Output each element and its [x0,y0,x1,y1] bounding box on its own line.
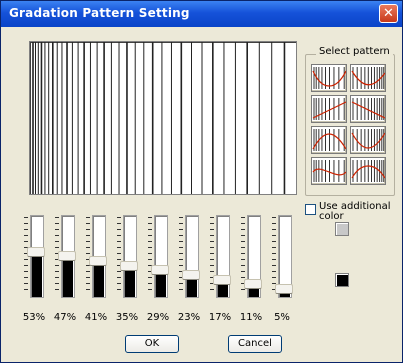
use-additional-color-label: Use additional color [319,201,391,222]
pattern-button-7[interactable] [311,157,347,185]
slider-fill [218,284,228,297]
slider-thumb[interactable] [27,247,45,257]
density-slider[interactable] [179,215,201,299]
main-color-swatch[interactable] [335,273,349,287]
window-title: Gradation Pattern Setting [9,6,190,20]
slider-thumb[interactable] [58,251,76,261]
density-slider[interactable] [210,215,232,299]
pattern-thumbnail [312,129,346,151]
density-slider[interactable] [86,215,108,299]
pattern-button-3[interactable] [311,95,347,123]
slider-thumb[interactable] [275,284,293,294]
slider-fill [32,256,42,297]
slider-percent-label: 35% [115,312,139,323]
slider-fill [63,260,73,297]
pattern-button-6[interactable] [350,126,386,154]
slider-thumb[interactable] [244,279,262,289]
pattern-thumbnail [312,67,346,89]
slider-thumb[interactable] [182,270,200,280]
slider-percent-label: 47% [53,312,77,323]
density-slider[interactable] [24,215,46,299]
slider-thumb[interactable] [120,261,138,271]
pattern-thumbnail [312,98,346,120]
slider-percent-label: 41% [84,312,108,323]
additional-color-swatch[interactable] [335,222,349,236]
pattern-button-5[interactable] [311,126,347,154]
use-additional-color-checkbox[interactable] [305,204,316,215]
slider-percent-label: 5% [274,312,290,323]
density-slider[interactable] [55,215,77,299]
cancel-button[interactable]: Cancel [228,335,282,353]
slider-thumb[interactable] [213,275,231,285]
slider-thumb[interactable] [89,256,107,266]
slider-fill [187,279,197,297]
pattern-preview-lines [32,42,286,194]
pattern-button-4[interactable] [350,95,386,123]
pattern-thumbnail [351,160,385,182]
pattern-button-1[interactable] [311,64,347,92]
slider-ticks [117,217,121,295]
slider-thumb[interactable] [151,265,169,275]
density-slider[interactable] [241,215,263,299]
density-slider[interactable] [148,215,170,299]
slider-percent-label: 29% [146,312,170,323]
title-bar[interactable]: Gradation Pattern Setting ✕ [1,1,402,27]
pattern-preview [29,41,297,195]
close-button[interactable]: ✕ [379,4,398,23]
pattern-button-8[interactable] [350,157,386,185]
density-slider[interactable] [117,215,139,299]
slider-percent-label: 23% [177,312,201,323]
select-pattern-label: Select pattern [316,46,393,57]
slider-percent-label: 53% [22,312,46,323]
density-slider[interactable] [272,215,294,299]
slider-ticks [179,217,183,295]
slider-percent-label: 11% [239,312,263,323]
pattern-button-2[interactable] [350,64,386,92]
pattern-thumbnail [351,67,385,89]
slider-fill [94,265,104,297]
pattern-thumbnail [312,160,346,182]
slider-fill [125,270,135,297]
slider-fill [249,288,259,297]
slider-fill [156,274,166,297]
gradation-pattern-dialog: Gradation Pattern Setting ✕ Select patte… [0,0,403,363]
ok-button[interactable]: OK [125,335,179,353]
pattern-thumbnail [351,98,385,120]
slider-ticks [148,217,152,295]
pattern-thumbnail [351,129,385,151]
slider-percent-label: 17% [208,312,232,323]
